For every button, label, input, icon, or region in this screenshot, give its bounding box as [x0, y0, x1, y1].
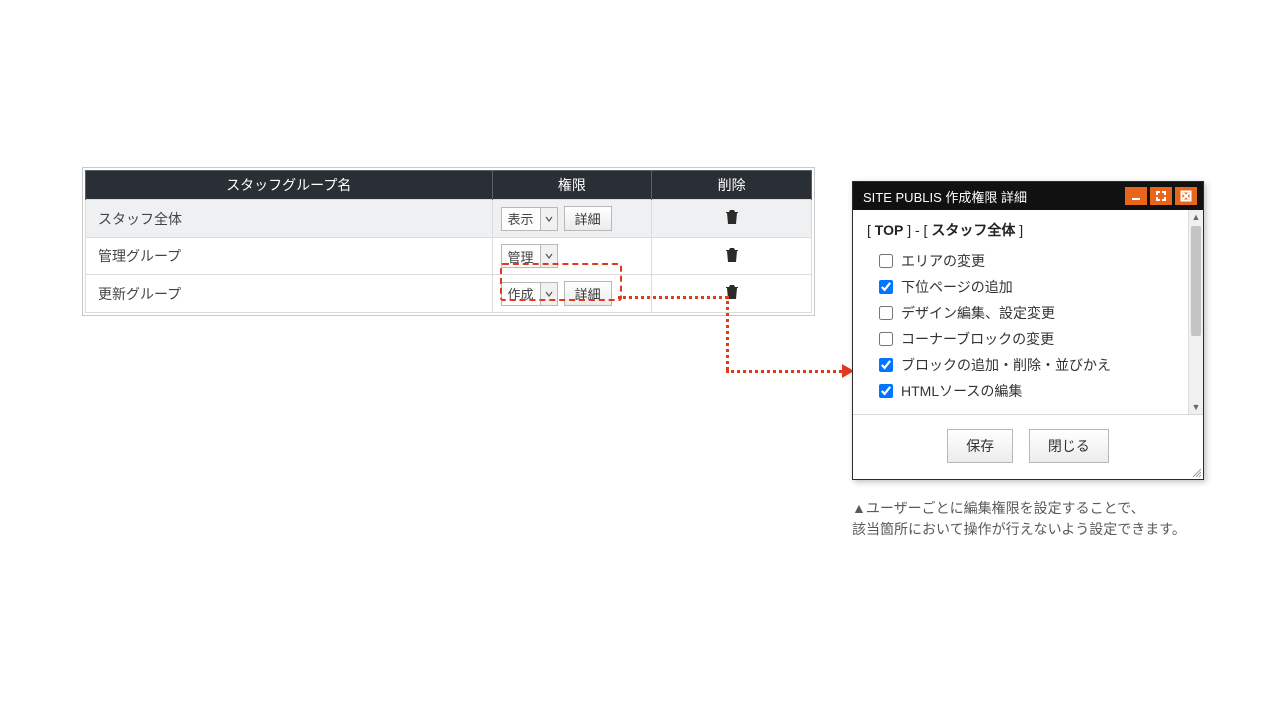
- permission-item: デザイン編集、設定変更: [875, 300, 1195, 326]
- scroll-up-icon[interactable]: ▲: [1192, 210, 1201, 224]
- chevron-down-icon: [540, 245, 557, 267]
- chevron-down-icon: [540, 208, 557, 230]
- permission-label: HTMLソースの編集: [901, 381, 1022, 401]
- delete-cell: [652, 238, 812, 275]
- group-name-cell: スタッフ全体: [86, 200, 493, 238]
- permission-cell: 管理: [492, 238, 652, 275]
- permission-item: 下位ページの追加: [875, 274, 1195, 300]
- breadcrumb: [ TOP ] - [ スタッフ全体 ]: [867, 220, 1195, 240]
- permission-item: ブロックの追加・削除・並びかえ: [875, 352, 1195, 378]
- col-header-delete: 削除: [652, 171, 812, 200]
- permission-label: デザイン編集、設定変更: [901, 303, 1055, 323]
- permission-select[interactable]: 管理: [501, 244, 558, 268]
- permission-label: ブロックの追加・削除・並びかえ: [901, 355, 1111, 375]
- resize-handle[interactable]: [1190, 466, 1202, 478]
- permission-checkbox[interactable]: [879, 384, 893, 398]
- trash-icon[interactable]: [725, 212, 739, 228]
- permission-cell: 作成詳細: [492, 275, 652, 313]
- delete-cell: [652, 200, 812, 238]
- scroll-thumb[interactable]: [1191, 226, 1201, 336]
- permission-cell: 表示詳細: [492, 200, 652, 238]
- detail-button[interactable]: 詳細: [564, 206, 612, 231]
- table-row: スタッフ全体表示詳細: [86, 200, 812, 238]
- maximize-button[interactable]: [1150, 187, 1172, 205]
- trash-icon[interactable]: [725, 250, 739, 266]
- popup-body: [ TOP ] - [ スタッフ全体 ] エリアの変更下位ページの追加デザイン編…: [853, 210, 1203, 415]
- group-name-cell: 更新グループ: [86, 275, 493, 313]
- col-header-name: スタッフグループ名: [86, 171, 493, 200]
- col-header-perm: 権限: [492, 171, 652, 200]
- group-name-cell: 管理グループ: [86, 238, 493, 275]
- chevron-down-icon: [540, 283, 557, 305]
- permission-checkbox[interactable]: [879, 280, 893, 294]
- permission-label: 下位ページの追加: [901, 277, 1013, 297]
- scroll-down-icon[interactable]: ▼: [1192, 400, 1201, 414]
- close-button[interactable]: [1175, 187, 1197, 205]
- close-popup-button[interactable]: 閉じる: [1029, 429, 1109, 463]
- popup-titlebar[interactable]: SITE PUBLIS 作成権限 詳細: [853, 182, 1203, 210]
- permission-item: HTMLソースの編集: [875, 378, 1195, 404]
- popup-footer: 保存 閉じる: [853, 415, 1203, 479]
- table-row: 更新グループ作成詳細: [86, 275, 812, 313]
- minimize-button[interactable]: [1125, 187, 1147, 205]
- delete-cell: [652, 275, 812, 313]
- permission-label: コーナーブロックの変更: [901, 329, 1054, 349]
- permission-select[interactable]: 作成: [501, 282, 558, 306]
- annotation-arrow: [726, 370, 842, 373]
- permission-detail-popup: SITE PUBLIS 作成権限 詳細 [ TOP ] - [ スタッフ全体 ]…: [852, 181, 1204, 480]
- scrollbar[interactable]: ▲ ▼: [1188, 210, 1203, 414]
- permission-checkbox[interactable]: [879, 306, 893, 320]
- table-row: 管理グループ管理: [86, 238, 812, 275]
- caption-text: ▲ユーザーごとに編集権限を設定することで、 該当箇所において操作が行えないよう設…: [852, 498, 1212, 540]
- permission-item: コーナーブロックの変更: [875, 326, 1195, 352]
- detail-button[interactable]: 詳細: [564, 281, 612, 306]
- permission-checkbox[interactable]: [879, 332, 893, 346]
- permission-select[interactable]: 表示: [501, 207, 558, 231]
- permission-label: エリアの変更: [901, 251, 985, 271]
- popup-title: SITE PUBLIS 作成権限 詳細: [863, 187, 1122, 206]
- permission-item: エリアの変更: [875, 248, 1195, 274]
- staff-group-table: スタッフグループ名 権限 削除 スタッフ全体表示詳細管理グループ管理更新グループ…: [82, 167, 815, 316]
- save-button[interactable]: 保存: [947, 429, 1013, 463]
- trash-icon[interactable]: [725, 287, 739, 303]
- permission-checkbox[interactable]: [879, 358, 893, 372]
- permission-checkbox[interactable]: [879, 254, 893, 268]
